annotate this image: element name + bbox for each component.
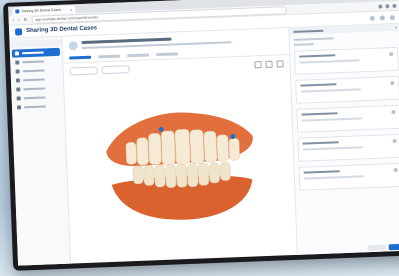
tab-details[interactable]	[98, 54, 121, 59]
measure-icon[interactable]	[265, 60, 273, 68]
sidebar-item-label	[22, 78, 46, 82]
annotations-panel: ×	[288, 23, 399, 257]
folder-icon	[14, 51, 20, 56]
tab-close-icon[interactable]: ×	[70, 7, 73, 12]
notifications-icon[interactable]	[369, 15, 375, 21]
sidebar	[9, 36, 72, 266]
case-title	[81, 37, 172, 45]
main-content	[62, 28, 297, 266]
comment-card[interactable]	[298, 162, 399, 191]
sidebar-item-label	[21, 51, 44, 55]
nav-icon	[15, 78, 21, 83]
nav-icon	[16, 105, 22, 110]
back-icon[interactable]: ‹	[13, 18, 15, 23]
case-title-block	[81, 35, 232, 50]
app-header-actions	[369, 14, 395, 21]
favicon-icon	[15, 9, 20, 14]
panel-summary	[293, 35, 398, 46]
cancel-button[interactable]	[367, 244, 386, 252]
extension-icon[interactable]	[378, 3, 383, 9]
nav-icon	[16, 87, 21, 92]
submit-button[interactable]	[388, 243, 399, 251]
screen: Sharing 3D Dental Cases × — □ × ‹ › ↻ ap…	[8, 0, 399, 266]
nav-icon	[15, 60, 20, 65]
user-avatar[interactable]	[389, 14, 395, 20]
sidebar-item-label	[22, 60, 45, 64]
monitor-bezel: Sharing 3D Dental Cases × — □ × ‹ › ↻ ap…	[3, 0, 399, 271]
sidebar-item-label	[23, 105, 47, 109]
sidebar-header	[9, 38, 62, 48]
browser-tab-title: Sharing 3D Dental Cases	[21, 7, 61, 14]
comment-card[interactable]	[294, 46, 399, 75]
comment-card[interactable]	[295, 75, 399, 104]
more-icon[interactable]	[392, 138, 397, 144]
sidebar-item[interactable]	[14, 102, 62, 112]
reload-icon[interactable]: ↻	[24, 17, 28, 23]
help-icon[interactable]	[379, 14, 385, 21]
profile-icon[interactable]	[392, 3, 397, 8]
panel-title	[293, 29, 324, 33]
case-avatar	[68, 41, 78, 51]
app-logo-icon	[14, 27, 23, 36]
app-body: ×	[9, 23, 399, 266]
comment-card[interactable]	[297, 133, 399, 162]
nav-icon	[16, 96, 21, 101]
tab-messages[interactable]	[127, 53, 150, 58]
sidebar-item-label	[23, 87, 46, 91]
app-title: Sharing 3D Dental Cases	[25, 25, 98, 35]
close-icon[interactable]: ×	[395, 25, 398, 30]
browser-extension-icons	[378, 3, 397, 9]
viewer-tool-icons	[254, 59, 284, 68]
nav-icon	[15, 69, 20, 74]
fullscreen-icon[interactable]	[276, 59, 284, 68]
sidebar-item-label	[22, 69, 45, 73]
more-icon[interactable]	[391, 110, 396, 115]
sidebar-item-label	[23, 96, 46, 100]
forward-icon[interactable]: ›	[18, 17, 20, 22]
more-icon[interactable]	[393, 167, 398, 173]
tab-3d-model[interactable]	[69, 55, 92, 60]
extension-icon[interactable]	[385, 3, 390, 8]
panel-footer	[367, 243, 399, 252]
dental-3d-viewer[interactable]	[65, 86, 297, 245]
tab-files[interactable]	[156, 52, 179, 57]
comment-card[interactable]	[296, 104, 399, 133]
toolbar-button[interactable]	[101, 65, 130, 75]
more-icon[interactable]	[390, 81, 395, 86]
url-text: app.example-dental.com/case/3d-model	[35, 14, 98, 22]
rotate-icon[interactable]	[254, 60, 262, 68]
toolbar-button[interactable]	[69, 66, 98, 76]
more-icon[interactable]	[389, 52, 394, 57]
